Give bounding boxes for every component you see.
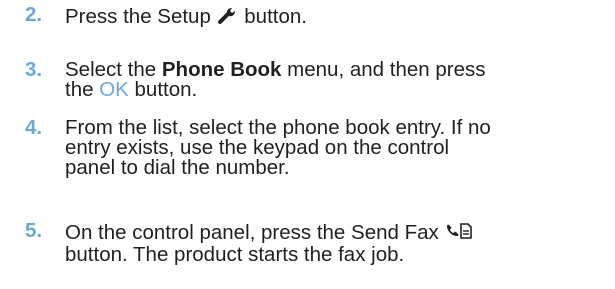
step-line: the OK button.: [65, 78, 610, 101]
step-number: 4.: [25, 116, 43, 139]
step-text-part: menu, and then press: [287, 58, 486, 81]
step-text-part: button.: [134, 78, 198, 101]
step-line: From the list, select the phone book ent…: [65, 116, 491, 139]
step-number: 5.: [25, 219, 43, 242]
step-text-part: On the control panel, press the Send Fax: [65, 221, 439, 244]
ok-button-label: OK: [99, 78, 129, 101]
step-line: Select the Phone Book menu, and then pre…: [65, 58, 610, 81]
step-text: Press the Setup button.: [65, 5, 610, 29]
step-text: From the list, select the phone book ent…: [65, 116, 610, 179]
step-text-part: button.: [244, 5, 307, 28]
step-line: entry exists, use the keypad on the cont…: [65, 136, 450, 159]
step-text-part: Press the Setup: [65, 5, 211, 28]
step-text-part: the: [65, 78, 94, 101]
wrench-icon: [217, 5, 239, 29]
send-fax-icon: [444, 221, 474, 245]
step-number: 2.: [25, 3, 43, 26]
step-text: On the control panel, press the Send Fax…: [65, 221, 610, 265]
step-line: panel to dial the number.: [65, 156, 290, 179]
step-line: button. The product starts the fax job.: [65, 243, 405, 266]
step-number: 3.: [25, 58, 43, 81]
step-line: On the control panel, press the Send Fax: [65, 221, 610, 245]
instruction-steps: 2. Press the Setup button. 3. Select the…: [0, 0, 615, 289]
step-text: Select the Phone Book menu, and then pre…: [65, 58, 610, 101]
